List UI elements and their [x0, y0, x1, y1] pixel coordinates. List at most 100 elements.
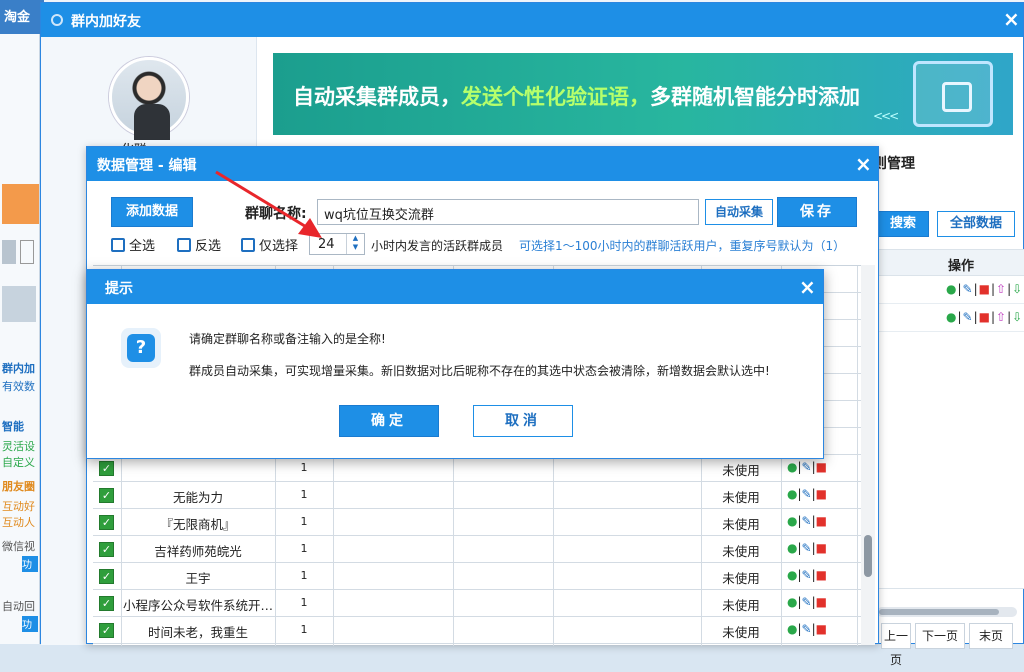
member-name: 时间未老，我重生 — [147, 625, 248, 640]
horizontal-scrollbar[interactable] — [877, 607, 1017, 617]
view-icon[interactable]: ● — [787, 487, 797, 501]
banner-chevrons: <<< — [873, 109, 899, 123]
table-row[interactable]: ✓ 王宇 1 未使用 ●|✎|■ — [93, 563, 861, 590]
view-icon[interactable]: ● — [787, 595, 797, 609]
member-name: 小程序公众号软件系统开… — [122, 598, 273, 613]
filter-icon — [241, 238, 255, 252]
data-dialog-close-icon[interactable]: × — [855, 152, 872, 176]
bg-side-2: 有效数 — [2, 380, 35, 393]
table-row[interactable]: ✓ 时间未老，我重生 1 未使用 ●|✎|■ — [93, 617, 861, 644]
export-icon[interactable]: ⇧ — [996, 282, 1007, 296]
edit-icon[interactable]: ✎ — [802, 460, 812, 474]
delete-icon[interactable]: ■ — [816, 460, 827, 474]
data-dialog-title: 数据管理 - 编辑 — [97, 158, 197, 174]
confirm-dialog: 提示 × ? 请确定群聊名称或备注输入的是全称! 群成员自动采集，可实现增量采集… — [86, 269, 824, 459]
alert-close-icon[interactable]: × — [799, 275, 816, 299]
active-members-hint: 小时内发言的活跃群成员 — [371, 239, 504, 253]
view-icon[interactable]: ● — [787, 541, 797, 555]
save-button[interactable]: 保存 — [777, 197, 857, 227]
delete-icon[interactable]: ■ — [816, 568, 827, 582]
add-data-button[interactable]: 添加数据 — [111, 197, 193, 227]
group-name-input[interactable]: wq坑位互换交流群 — [317, 199, 699, 225]
cancel-button[interactable]: 取消 — [473, 405, 573, 437]
row-ops: ●|✎|■ — [787, 568, 827, 582]
edit-icon[interactable]: ✎ — [802, 568, 812, 582]
last-page-button[interactable]: 末页 — [969, 623, 1013, 649]
bg-avatar — [2, 286, 36, 322]
edit-icon[interactable]: ✎ — [802, 541, 812, 555]
row-checkbox[interactable]: ✓ — [99, 623, 114, 638]
export-icon[interactable]: ⇧ — [996, 310, 1007, 324]
view-icon[interactable]: ● — [787, 568, 797, 582]
bg-side-7: 互动好 — [2, 500, 35, 513]
view-icon[interactable]: ● — [946, 310, 957, 324]
delete-icon[interactable]: ■ — [816, 514, 827, 528]
delete-icon[interactable]: ■ — [816, 595, 827, 609]
view-icon[interactable]: ● — [787, 514, 797, 528]
question-mark: ? — [127, 334, 155, 362]
app-icon — [51, 14, 63, 26]
member-name: 无能为力 — [172, 490, 223, 505]
edit-icon[interactable]: ✎ — [802, 622, 812, 636]
download-icon[interactable]: ⇩ — [1012, 310, 1023, 324]
delete-icon[interactable]: ■ — [816, 487, 827, 501]
member-seq: 1 — [300, 569, 308, 582]
arrow-shaft — [215, 170, 309, 230]
member-status: 未使用 — [722, 544, 760, 559]
member-status: 未使用 — [722, 490, 760, 505]
view-icon[interactable]: ● — [946, 282, 957, 296]
bg-side-10[interactable]: 功 — [22, 556, 38, 572]
bg-thumb — [2, 240, 16, 264]
select-all-button[interactable]: 全选 — [111, 235, 155, 254]
member-seq: 1 — [300, 596, 308, 609]
edit-icon[interactable]: ✎ — [963, 282, 974, 296]
member-status: 未使用 — [722, 625, 760, 640]
bg-side-11: 自动回 — [2, 600, 35, 613]
scroll-thumb[interactable] — [879, 609, 999, 615]
row-checkbox[interactable]: ✓ — [99, 488, 114, 503]
bg-side-3: 智能 — [2, 420, 24, 433]
bg-side-5: 自定义 — [2, 456, 35, 469]
row-checkbox[interactable]: ✓ — [99, 461, 114, 476]
bg-app-title: 淘金 — [0, 0, 44, 34]
auto-collect-button[interactable]: 自动采集 — [705, 199, 773, 225]
ok-button[interactable]: 确定 — [339, 405, 439, 437]
member-seq: 1 — [300, 515, 308, 528]
scroll-thumb[interactable] — [864, 535, 872, 577]
bg-side-12[interactable]: 功 — [22, 616, 38, 632]
table-row[interactable]: ✓ 小程序公众号软件系统开… 1 未使用 ●|✎|■ — [93, 590, 861, 617]
edit-icon[interactable]: ✎ — [802, 595, 812, 609]
table-row[interactable]: ✓ 1 未使用 ●|✎|■ — [93, 455, 861, 482]
edit-icon[interactable]: ✎ — [802, 514, 812, 528]
edit-icon[interactable]: ✎ — [802, 487, 812, 501]
question-icon: ? — [121, 328, 161, 368]
banner-part3: 多群随机智能分时添加 — [650, 85, 860, 109]
row-checkbox[interactable]: ✓ — [99, 596, 114, 611]
view-icon[interactable]: ● — [787, 622, 797, 636]
delete-icon[interactable]: ■ — [816, 622, 827, 636]
annotation-arrow-icon — [215, 170, 322, 238]
next-page-button[interactable]: 下一页 — [915, 623, 965, 649]
delete-icon[interactable]: ■ — [979, 282, 991, 296]
vertical-scrollbar[interactable] — [861, 265, 875, 645]
view-icon[interactable]: ● — [787, 460, 797, 474]
banner-part2: 发送个性化验证语， — [461, 85, 650, 109]
table-row[interactable]: ✓ 『无限商机』 1 未使用 ●|✎|■ — [93, 509, 861, 536]
arrow-head — [298, 218, 322, 238]
all-data-button[interactable]: 全部数据 — [937, 211, 1015, 237]
main-close-icon[interactable]: × — [1003, 7, 1020, 31]
stepper-arrows-icon[interactable]: ▲ ▼ — [346, 234, 364, 254]
delete-icon[interactable]: ■ — [979, 310, 991, 324]
row-ops: ●|✎|■ — [787, 541, 827, 555]
table-row[interactable]: ✓ 无能为力 1 未使用 ●|✎|■ — [93, 482, 861, 509]
row-checkbox[interactable]: ✓ — [99, 515, 114, 530]
table-row[interactable]: ✓ 吉祥药师苑皖光 1 未使用 ●|✎|■ — [93, 536, 861, 563]
search-button[interactable]: 搜索 — [877, 211, 929, 237]
download-icon[interactable]: ⇩ — [1012, 282, 1023, 296]
member-name: 王宇 — [185, 571, 211, 586]
delete-icon[interactable]: ■ — [816, 541, 827, 555]
edit-icon[interactable]: ✎ — [963, 310, 974, 324]
row-checkbox[interactable]: ✓ — [99, 542, 114, 557]
row-checkbox[interactable]: ✓ — [99, 569, 114, 584]
prev-page-button[interactable]: 上一页 — [881, 623, 911, 667]
